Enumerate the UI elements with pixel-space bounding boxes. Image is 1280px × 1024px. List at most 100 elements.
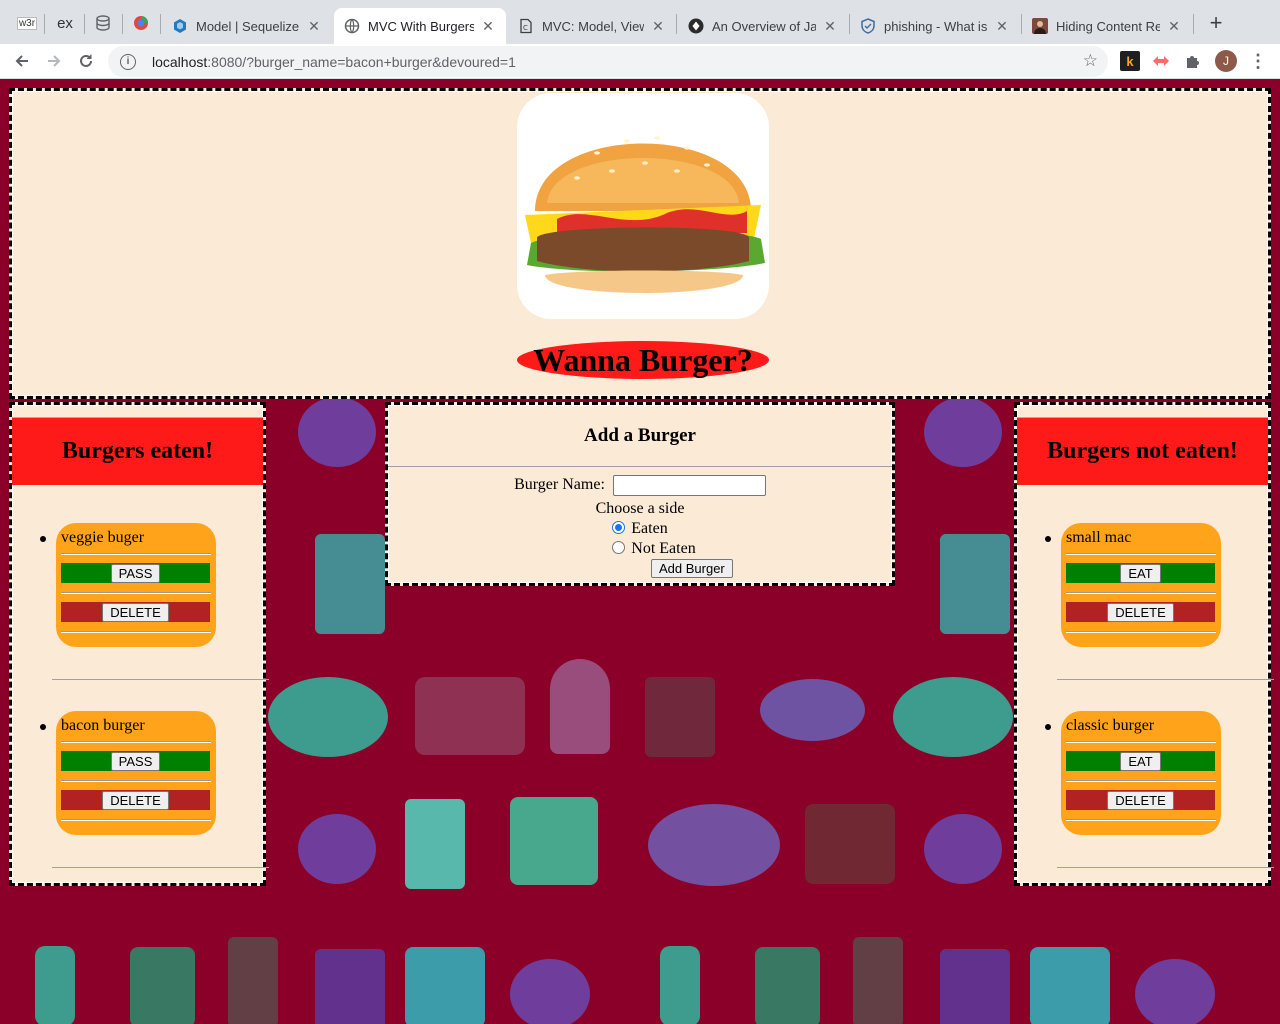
close-icon[interactable]: ✕ <box>822 18 838 35</box>
popsicle-sprite-icon <box>35 946 75 1024</box>
donut-sprite-icon <box>893 677 1013 757</box>
tab-mvc-model-view[interactable]: C MVC: Model, View, ✕ <box>508 8 676 44</box>
svg-text:C: C <box>523 24 528 32</box>
eaten-option[interactable]: Eaten <box>388 520 892 538</box>
burger-name-input[interactable] <box>612 475 766 496</box>
header-panel: Wanna Burger? <box>9 88 1271 399</box>
list-bullet <box>40 724 46 730</box>
add-burger-form: Add a Burger Burger Name: Choose a side … <box>385 402 895 586</box>
not-eaten-option[interactable]: Not Eaten <box>402 540 906 558</box>
pass-button[interactable]: PASS <box>110 751 161 771</box>
tab-sequelize[interactable]: Model | Sequelize ✕ <box>162 8 332 44</box>
tab-mvc-burgers[interactable]: MVC With Burgers! ✕ <box>334 8 506 44</box>
list-divider <box>52 867 269 868</box>
pass-button[interactable]: PASS <box>110 563 161 583</box>
popcorn-sprite-icon <box>645 677 715 757</box>
pinned-tab-express[interactable]: ex <box>50 8 80 38</box>
address-bar[interactable]: i localhost:8080/?burger_name=bacon+burg… <box>108 46 1108 77</box>
sandwich-sprite-icon <box>415 677 525 755</box>
fries-sprite-icon <box>940 949 1010 1024</box>
pinned-tab-app[interactable] <box>126 8 156 38</box>
delete-button[interactable]: DELETE <box>1107 790 1174 810</box>
url-path: :8080/?burger_name=bacon+burger&devoured… <box>207 53 516 70</box>
list-divider <box>1057 867 1274 868</box>
eat-button[interactable]: EAT <box>1120 563 1161 583</box>
eaten-radio[interactable] <box>612 521 626 534</box>
page-title: Wanna Burger? <box>517 341 769 379</box>
list-bullet <box>40 536 46 542</box>
arrow-right-icon <box>48 55 61 67</box>
url-host: localhost <box>152 53 208 70</box>
list-divider <box>52 679 269 680</box>
bookmark-star-icon[interactable]: ☆ <box>1083 51 1098 71</box>
delete-button[interactable]: DELETE <box>1107 602 1174 622</box>
list-bullet <box>1045 724 1051 730</box>
drink-sprite-icon <box>853 937 903 1024</box>
bucket-sprite-icon <box>1030 947 1110 1024</box>
extension-k-label: k <box>1126 53 1134 69</box>
burger-name-label: Burger Name: <box>514 476 605 494</box>
close-icon[interactable]: ✕ <box>994 18 1010 35</box>
profile-initial: J <box>1223 54 1229 68</box>
extension-k-icon[interactable]: k <box>1120 51 1140 71</box>
not-eaten-radio[interactable] <box>612 541 626 554</box>
info-icon[interactable]: i <box>120 53 136 70</box>
close-icon[interactable]: ✕ <box>650 18 666 35</box>
takeout-box-sprite-icon <box>510 797 598 885</box>
burger-sprite-icon <box>924 397 1002 467</box>
not-eaten-panel: Burgers not eaten! small mac EAT DELETE … <box>1014 402 1274 886</box>
burger-name: veggie buger <box>61 529 145 546</box>
coffee-sprite-icon <box>130 947 195 1024</box>
burger-name: classic burger <box>1066 717 1155 734</box>
burger-sprite-icon <box>1135 959 1215 1024</box>
eat-button[interactable]: EAT <box>1120 751 1161 771</box>
bucket-sprite-icon <box>405 947 485 1024</box>
w3schools-icon: w3r <box>16 16 38 30</box>
delete-button[interactable]: DELETE <box>102 790 169 810</box>
form-title: Add a Burger <box>584 425 696 446</box>
burger-card-veggie: veggie buger PASS DELETE <box>56 523 216 647</box>
eaten-panel: Burgers eaten! veggie buger PASS DELETE … <box>9 402 269 886</box>
new-tab-button[interactable]: + <box>1204 12 1228 36</box>
not-eaten-heading: Burgers not eaten! <box>1017 417 1268 485</box>
profile-avatar[interactable]: J <box>1215 50 1237 72</box>
reload-icon <box>80 54 92 67</box>
extension-arrows-icon[interactable] <box>1151 51 1171 71</box>
tab-title: Model | Sequelize <box>196 18 300 34</box>
hotdog-sprite-icon <box>760 679 865 741</box>
burger-sprite-icon <box>510 959 590 1024</box>
menu-kebab-icon[interactable]: ⋮ <box>1248 51 1268 71</box>
form-divider <box>388 466 892 467</box>
burger-name: small mac <box>1066 529 1132 546</box>
tab-strip: w3r ex Model | Sequelize ✕ MVC With Burg… <box>0 0 1280 44</box>
tab-hiding-content[interactable]: Hiding Content Res ✕ <box>1022 8 1192 44</box>
delete-button[interactable]: DELETE <box>102 602 169 622</box>
back-button[interactable] <box>10 49 34 73</box>
add-burger-button[interactable]: Add Burger <box>651 559 733 578</box>
tab-title: phishing - What is <box>884 18 988 34</box>
icecream-sprite-icon <box>550 659 610 754</box>
burger-sprite-icon <box>924 814 1002 884</box>
list-divider <box>1057 679 1274 680</box>
sequelize-icon <box>174 19 186 33</box>
coffee-sprite-icon <box>755 947 820 1024</box>
extensions-puzzle-icon[interactable] <box>1183 51 1203 71</box>
close-icon[interactable]: ✕ <box>306 18 322 35</box>
tab-phishing[interactable]: phishing - What is ✕ <box>850 8 1020 44</box>
gear-icon <box>688 18 704 34</box>
burger-card-classic: classic burger EAT DELETE <box>1061 711 1221 835</box>
side-label: Choose a side <box>595 500 685 517</box>
burger-name: bacon burger <box>61 717 145 734</box>
close-icon[interactable]: ✕ <box>1166 18 1182 35</box>
close-icon[interactable]: ✕ <box>480 18 496 35</box>
burger-sprite-icon <box>298 397 376 467</box>
pinned-tab-database[interactable] <box>88 8 118 38</box>
tab-overview-js[interactable]: An Overview of Jav ✕ <box>678 8 848 44</box>
forward-button[interactable] <box>42 49 66 73</box>
box-sprite-icon <box>805 804 895 884</box>
burger-card-bacon: bacon burger PASS DELETE <box>56 711 216 835</box>
pinned-tab-w3schools[interactable]: w3r <box>12 8 42 38</box>
reload-button[interactable] <box>74 49 98 73</box>
globe-icon <box>344 18 360 34</box>
donut-sprite-icon <box>268 677 388 757</box>
